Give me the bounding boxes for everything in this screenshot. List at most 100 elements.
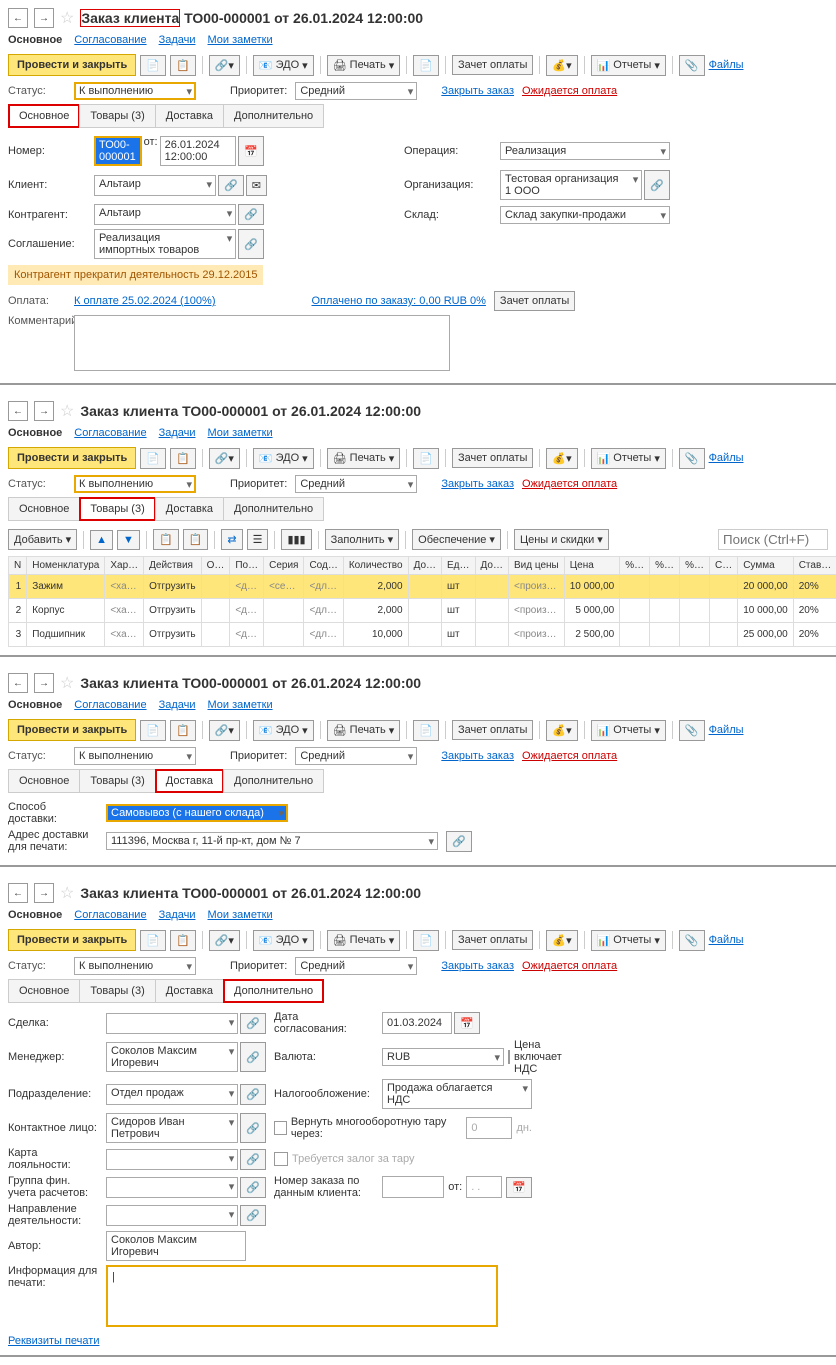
print-info-input[interactable]: | xyxy=(106,1265,498,1327)
tab-extra[interactable]: Дополнительно xyxy=(223,497,324,521)
nav-tasks[interactable]: Задачи xyxy=(159,34,196,46)
awaiting-payment-link[interactable]: Ожидается оплата xyxy=(522,85,617,97)
forward-button[interactable]: → xyxy=(34,8,54,28)
table-row[interactable]: 1Зажим<ха…Отгрузить<д…<се…<дл…2,000шт<пр… xyxy=(9,575,836,599)
activity-direction-input[interactable] xyxy=(106,1205,238,1226)
details-icon[interactable]: ☰ xyxy=(247,529,269,550)
tab-extra[interactable]: Дополнительно xyxy=(223,104,324,128)
tab-delivery[interactable]: Доставка xyxy=(155,104,224,128)
payment-link[interactable]: К оплате 25.02.2024 (100%) xyxy=(74,295,216,307)
manager-input[interactable]: Соколов Максим Игоревич xyxy=(106,1042,238,1072)
fin-group-input[interactable] xyxy=(106,1177,238,1198)
deal-input[interactable] xyxy=(106,1013,238,1034)
tax-input[interactable]: Продажа облагается НДС xyxy=(382,1079,532,1109)
tab-main[interactable]: Основное xyxy=(8,104,80,128)
up-icon[interactable]: ▲ xyxy=(90,530,113,550)
files-link[interactable]: Файлы xyxy=(709,59,744,71)
client-input[interactable]: Альтаир xyxy=(94,175,216,196)
operation-label: Операция: xyxy=(404,145,494,157)
client-label: Клиент: xyxy=(8,179,88,191)
post-icon[interactable]: 📋 xyxy=(170,55,196,76)
copy-icon[interactable]: 📋 xyxy=(153,529,179,550)
agreement-input[interactable]: Реализация импортных товаров xyxy=(94,229,236,259)
favorite-icon[interactable]: ☆ xyxy=(60,673,74,693)
calendar-icon[interactable]: 📅 xyxy=(454,1012,480,1034)
back-button[interactable]: ← xyxy=(8,673,28,693)
paste-icon[interactable]: 📋 xyxy=(183,529,209,550)
org-open-icon[interactable]: 🔗 xyxy=(644,170,670,200)
number-input[interactable]: ТО00-000001 xyxy=(94,136,142,166)
fill-button[interactable]: Заполнить ▾ xyxy=(325,529,400,550)
reports-button[interactable]: 📊 Отчеты ▾ xyxy=(591,55,666,76)
print-requisites-link[interactable]: Реквизиты печати xyxy=(8,1335,99,1347)
date-agreement-input[interactable]: 01.03.2024 xyxy=(382,1012,452,1034)
tab-goods[interactable]: Товары (3) xyxy=(79,104,155,128)
forward-button[interactable]: → xyxy=(34,401,54,421)
supply-button[interactable]: Обеспечение ▾ xyxy=(412,529,501,550)
tab-delivery[interactable]: Доставка xyxy=(155,769,224,793)
delivery-address-input[interactable]: 111396, Москва г, 11-й пр-кт, дом № 7 xyxy=(106,832,438,850)
back-button[interactable]: ← xyxy=(8,883,28,903)
client-order-number-input[interactable] xyxy=(382,1176,444,1198)
offset-button[interactable]: Зачет оплаты xyxy=(452,55,533,75)
contragent-input[interactable]: Альтаир xyxy=(94,204,236,225)
forward-button[interactable]: → xyxy=(34,883,54,903)
tare-deposit-checkbox xyxy=(274,1152,288,1166)
contragent-open-icon[interactable]: 🔗 xyxy=(238,204,264,225)
forward-button[interactable]: → xyxy=(34,673,54,693)
calendar-icon[interactable]: 📅 xyxy=(238,136,264,166)
search-input[interactable] xyxy=(718,529,828,550)
save-icon[interactable]: 📄 xyxy=(140,55,166,76)
prices-button[interactable]: Цены и скидки ▾ xyxy=(514,529,609,550)
client-open-icon[interactable]: 🔗 xyxy=(218,175,244,196)
down-icon[interactable]: ▼ xyxy=(117,530,140,550)
paid-link[interactable]: Оплачено по заказу: 0,00 RUB 0% xyxy=(312,295,486,307)
priority-select[interactable]: Средний xyxy=(295,82,417,100)
edo-button[interactable]: 📧 ЭДО ▾ xyxy=(253,55,314,76)
calendar-icon[interactable]: 📅 xyxy=(506,1177,532,1198)
contragent-label: Контрагент: xyxy=(8,209,88,221)
tab-extra[interactable]: Дополнительно xyxy=(223,979,324,1003)
department-input[interactable]: Отдел продаж xyxy=(106,1084,238,1105)
tab-delivery[interactable]: Доставка xyxy=(155,497,224,521)
nav-main[interactable]: Основное xyxy=(8,34,62,46)
org-input[interactable]: Тестовая организация 1 ООО xyxy=(500,170,642,200)
post-close-button[interactable]: Провести и закрыть xyxy=(8,447,136,469)
table-row[interactable]: 2Корпус<ха…Отгрузить<д…<дл…2,000шт<произ… xyxy=(9,599,836,623)
back-button[interactable]: ← xyxy=(8,8,28,28)
money-icon[interactable]: 💰▾ xyxy=(546,55,577,76)
delivery-method-input[interactable]: Самовывоз (с нашего склада) xyxy=(106,804,288,822)
offset-button-2[interactable]: Зачет оплаты xyxy=(494,291,575,311)
address-open-icon[interactable]: 🔗 xyxy=(446,831,472,852)
currency-input[interactable]: RUB xyxy=(382,1048,504,1066)
nav-notes[interactable]: Мои заметки xyxy=(208,34,273,46)
print-button[interactable]: 🖨 Печать ▾ xyxy=(327,55,401,76)
tab-goods[interactable]: Товары (3) xyxy=(79,497,155,521)
attach-icon[interactable]: 📎 xyxy=(679,55,705,76)
doc-icon[interactable]: 📄 xyxy=(413,55,439,76)
create-based-icon[interactable]: 🔗▾ xyxy=(209,55,240,76)
close-order-link[interactable]: Закрыть заказ xyxy=(441,85,514,97)
loyalty-card-input[interactable] xyxy=(106,1149,238,1170)
favorite-icon[interactable]: ☆ xyxy=(60,401,74,421)
favorite-icon[interactable]: ☆ xyxy=(60,8,74,28)
comment-input[interactable] xyxy=(74,315,450,371)
add-button[interactable]: Добавить ▾ xyxy=(8,529,77,550)
barcode-icon[interactable]: ▮▮▮ xyxy=(281,529,311,550)
client-mail-icon[interactable]: ✉ xyxy=(246,175,267,196)
table-row[interactable]: 3Подшипник<ха…Отгрузить<д…<дл…10,000шт<п… xyxy=(9,623,836,647)
agreement-open-icon[interactable]: 🔗 xyxy=(238,229,264,259)
warehouse-input[interactable]: Склад закупки-продажи xyxy=(500,206,670,224)
tab-main[interactable]: Основное xyxy=(8,497,80,521)
post-close-button[interactable]: Провести и закрыть xyxy=(8,54,136,76)
date-input[interactable]: 26.01.2024 12:00:00 xyxy=(160,136,237,166)
status-select[interactable]: К выполнению xyxy=(74,82,196,100)
contact-input[interactable]: Сидоров Иван Петрович xyxy=(106,1113,238,1143)
nav-agreement[interactable]: Согласование xyxy=(74,34,146,46)
share-icon[interactable]: ⇄ xyxy=(221,529,242,550)
vat-included-checkbox[interactable] xyxy=(508,1050,510,1064)
operation-select[interactable]: Реализация xyxy=(500,142,670,160)
back-button[interactable]: ← xyxy=(8,401,28,421)
favorite-icon[interactable]: ☆ xyxy=(60,883,74,903)
return-tare-checkbox[interactable] xyxy=(274,1121,287,1135)
